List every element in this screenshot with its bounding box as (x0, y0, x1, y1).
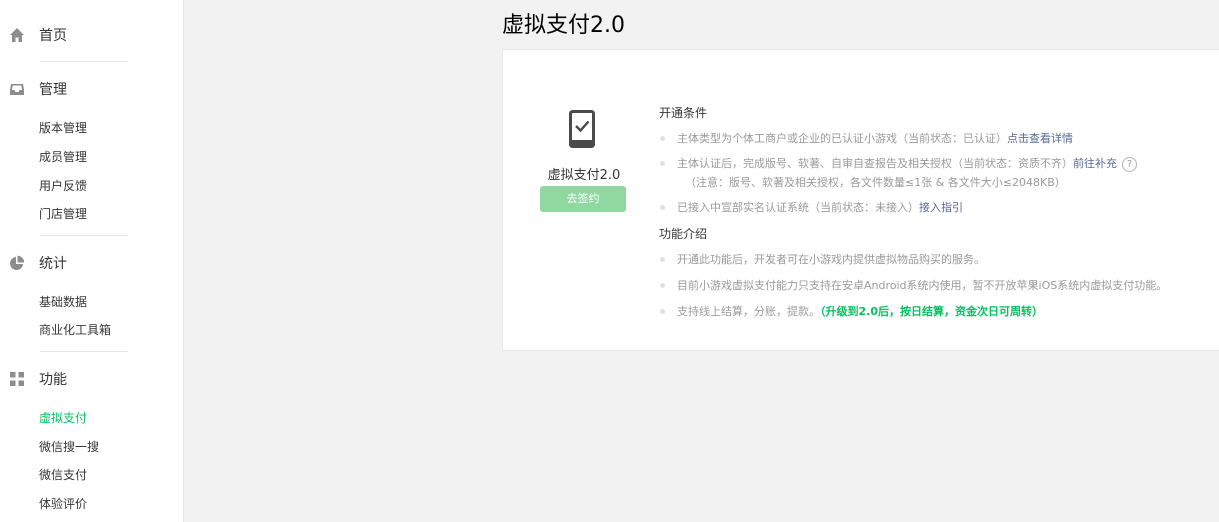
sidebar-item-wechat-pay[interactable]: 微信支付 (39, 466, 87, 484)
condition-text: 主体认证后，完成版号、软著、自审自查报告及相关授权（当前状态：资质不齐） (677, 157, 1073, 170)
inbox-icon (10, 84, 24, 95)
nav-features-label: 功能 (39, 372, 67, 388)
sidebar-item-version[interactable]: 版本管理 (39, 119, 87, 137)
sidebar-item-basic-data[interactable]: 基础数据 (39, 293, 87, 311)
grid-icon (10, 372, 24, 386)
nav-home-label: 首页 (39, 28, 67, 44)
sidebar-item-commerce-tools[interactable]: 商业化工具箱 (39, 321, 111, 339)
sidebar: 首页 管理 版本管理 成员管理 用户反馈 门店管理 统计 基础数据 商业化工具箱… (0, 0, 184, 522)
supplement-link[interactable]: 前往补充 (1073, 157, 1117, 170)
home-icon (10, 28, 24, 42)
condition-item: 主体认证后，完成版号、软著、自审自查报告及相关授权（当前状态：资质不齐）前往补充… (660, 155, 1137, 172)
intro-item: 开通此功能后，开发者可在小游戏内提供虚拟物品购买的服务。 (660, 251, 985, 267)
intro-item: 目前小游戏虚拟支付能力只支持在安卓Android系统内使用，暂不开放苹果iOS系… (659, 277, 1168, 293)
page-title: 虚拟支付2.0 (502, 13, 625, 38)
nav-stats-label: 统计 (39, 256, 67, 272)
divider (40, 351, 128, 352)
divider (40, 61, 128, 62)
sidebar-item-members[interactable]: 成员管理 (39, 148, 87, 166)
settlement-highlight: （升级到2.0后，按日结算，资金次日可周转） (820, 305, 1043, 318)
phone-check-icon (569, 110, 595, 148)
feature-card: 虚拟支付2.0 去签约 开通条件 主体类型为个体工商户或企业的已认证小游戏（当前… (502, 49, 1219, 351)
nav-home[interactable]: 首页 (0, 23, 184, 47)
intro-item: 支持线上结算，分账，提款。（升级到2.0后，按日结算，资金次日可周转） (660, 303, 1043, 319)
sidebar-item-virtual-pay[interactable]: 虚拟支付 (39, 409, 87, 427)
help-icon[interactable]: ? (1122, 156, 1137, 172)
condition-item: 已接入中宣部实名认证系统（当前状态：未接入）接入指引 (660, 199, 963, 215)
integration-guide-link[interactable]: 接入指引 (919, 201, 963, 214)
divider (40, 235, 128, 236)
sidebar-item-experience-rating[interactable]: 体验评价 (39, 495, 87, 513)
nav-manage-label: 管理 (39, 82, 67, 98)
conditions-title: 开通条件 (659, 106, 708, 120)
intro-text: 开通此功能后，开发者可在小游戏内提供虚拟物品购买的服务。 (677, 253, 985, 266)
nav-manage[interactable]: 管理 (0, 77, 184, 101)
condition-text: 已接入中宣部实名认证系统（当前状态：未接入） (677, 201, 919, 214)
sidebar-item-feedback[interactable]: 用户反馈 (39, 177, 87, 195)
main-content: 虚拟支付2.0 虚拟支付2.0 去签约 开通条件 主体类型为个体工商户或企业的已… (184, 0, 1219, 522)
nav-features[interactable]: 功能 (0, 367, 184, 391)
pie-chart-icon (10, 255, 25, 270)
condition-note: （注意：版号、软著及相关授权，各文件数量≤1张 & 各文件大小≤2048KB） (685, 176, 1066, 189)
intro-title: 功能介绍 (659, 227, 708, 241)
intro-text: 目前小游戏虚拟支付能力只支持在安卓Android系统内使用，暂不开放苹果iOS系… (677, 279, 1168, 292)
condition-item: 主体类型为个体工商户或企业的已认证小游戏（当前状态：已认证）点击查看详情 (660, 130, 1073, 146)
nav-stats[interactable]: 统计 (0, 251, 184, 275)
sign-button[interactable]: 去签约 (540, 186, 626, 212)
sidebar-item-wechat-search[interactable]: 微信搜一搜 (39, 438, 99, 456)
sidebar-item-stores[interactable]: 门店管理 (39, 205, 87, 223)
intro-text: 支持线上结算，分账，提款。 (677, 305, 820, 318)
view-details-link[interactable]: 点击查看详情 (1007, 132, 1073, 145)
feature-name: 虚拟支付2.0 (547, 168, 621, 183)
condition-text: 主体类型为个体工商户或企业的已认证小游戏（当前状态：已认证） (677, 132, 1007, 145)
